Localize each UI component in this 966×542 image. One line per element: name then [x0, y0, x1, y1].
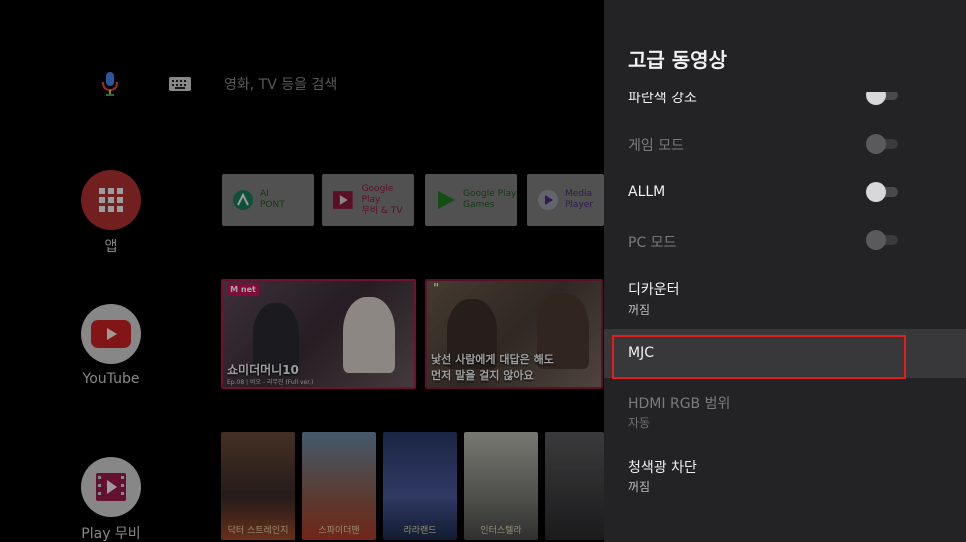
setting-value: 꺼짐	[628, 480, 651, 494]
movie-poster[interactable]: 닥터 스트레인지	[221, 432, 295, 540]
play-movies-button[interactable]	[81, 457, 141, 517]
app-tile-ai-pont[interactable]: AI PONT	[222, 174, 314, 226]
setting-mjc[interactable]: MJC	[604, 329, 966, 379]
video-subtitle: Ep.08 | 비오 - 리무진 (Full ver.)	[227, 379, 314, 386]
setting-value: 꺼짐	[628, 303, 651, 317]
video-card-interview[interactable]: " 낯선 사람에게 대답은 해도 먼저 말을 걸지 않아요	[425, 279, 603, 389]
setting-pc-mode: PC 모드	[604, 220, 966, 260]
play-movies-icon	[96, 473, 126, 501]
video-card-show-me-the-money[interactable]: M net 쇼미더머니10 Ep.08 | 비오 - 리무진 (Full ver…	[221, 279, 416, 389]
poster-caption: 라라랜드	[403, 526, 437, 536]
youtube-icon	[91, 320, 131, 348]
allm-toggle[interactable]	[866, 182, 900, 202]
pc-mode-toggle	[866, 230, 900, 250]
movie-poster[interactable]: 라라랜드	[383, 432, 457, 540]
apps-label: 앱	[104, 239, 118, 255]
ai-pont-icon	[233, 190, 253, 210]
poster-caption: 스파이더맨	[318, 526, 360, 536]
movie-poster[interactable]: 스파이더맨	[302, 432, 376, 540]
video-thumbnail-figure	[343, 297, 395, 373]
app-tile-play-movies[interactable]: Google Play 무비 & TV	[322, 174, 414, 226]
video-title-line2: 먼저 말을 걸지 않아요	[431, 369, 534, 382]
panel-header: 고급 동영상	[604, 0, 966, 92]
tv-home-screen: 영화, TV 등을 검색 앱 YouTube Play 무비 AI PONT G…	[0, 0, 966, 542]
app-tile-label: Google Play 무비 & TV	[361, 183, 403, 216]
app-tile-label: Media Player	[565, 189, 594, 210]
app-tile-label: AI PONT	[260, 189, 285, 210]
movie-poster[interactable]	[545, 432, 604, 540]
focus-highlight	[612, 335, 906, 379]
mnet-logo: M net	[227, 284, 259, 296]
media-player-icon	[538, 190, 558, 210]
keyboard-icon[interactable]	[168, 76, 192, 92]
apps-grid-icon	[99, 188, 123, 212]
game-mode-toggle	[866, 134, 900, 154]
setting-decounter[interactable]: 디카운터 꺼짐	[604, 272, 966, 324]
setting-label: 게임 모드	[628, 138, 684, 154]
setting-game-mode: 게임 모드	[604, 124, 966, 164]
setting-blue-light-block[interactable]: 청색광 차단 꺼짐	[604, 450, 966, 502]
setting-label: 청색광 차단	[628, 460, 697, 476]
play-games-icon	[438, 191, 455, 209]
poster-caption: 닥터 스트레인지	[227, 526, 289, 536]
apps-button[interactable]	[81, 170, 141, 230]
movie-poster[interactable]: 인터스텔라	[464, 432, 538, 540]
setting-allm[interactable]: ALLM	[604, 172, 966, 212]
app-tile-play-games[interactable]: Google Play Games	[425, 174, 517, 226]
play-movies-label: Play 무비	[81, 526, 141, 542]
quote-mark: "	[433, 281, 440, 295]
youtube-button[interactable]	[81, 304, 141, 364]
app-tile-media-player[interactable]: Media Player	[527, 174, 604, 226]
setting-label: ALLM	[628, 184, 666, 200]
setting-value: 자동	[628, 416, 651, 430]
setting-label: HDMI RGB 범위	[628, 396, 731, 412]
setting-label: PC 모드	[628, 235, 677, 251]
video-title-line1: 낯선 사람에게 대답은 해도	[431, 353, 554, 366]
setting-label: MJC	[628, 345, 654, 361]
setting-label: 디카운터	[628, 282, 680, 298]
youtube-label: YouTube	[82, 371, 140, 387]
poster-caption: 인터스텔라	[480, 526, 522, 536]
advanced-video-settings-panel: 고급 동영상 파란색 강조 게임 모드 ALLM PC 모드 디카운터 꺼짐 M…	[604, 0, 966, 542]
mic-icon[interactable]	[98, 70, 122, 98]
setting-hdmi-rgb-range: HDMI RGB 범위 자동	[604, 386, 966, 438]
play-movies-icon	[332, 191, 353, 209]
panel-title: 고급 동영상	[628, 48, 727, 72]
search-input[interactable]: 영화, TV 등을 검색	[224, 74, 337, 94]
video-title: 쇼미더머니10	[227, 363, 299, 377]
app-tile-label: Google Play Games	[463, 189, 517, 210]
